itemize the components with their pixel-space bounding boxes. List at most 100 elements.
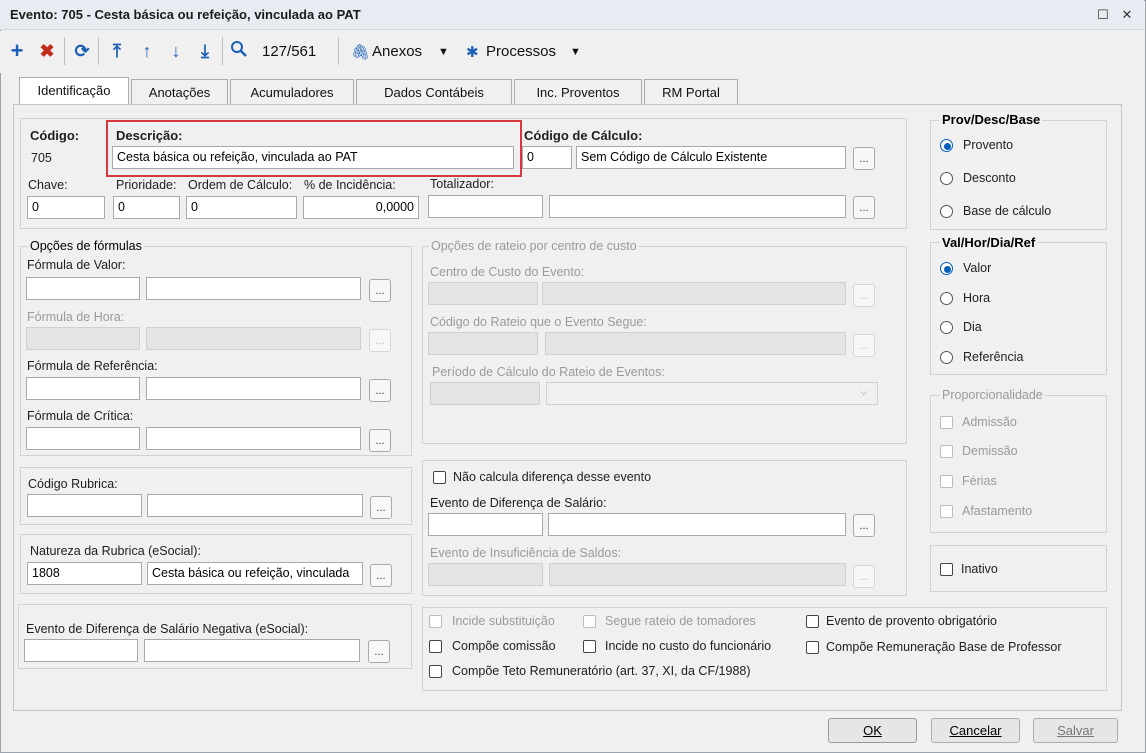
natureza-code-field[interactable]: 1808 [27,562,142,585]
ordem-field[interactable]: 0 [186,196,297,219]
valor-radio[interactable] [940,262,953,275]
close-icon[interactable]: ✕ [1116,4,1138,26]
ok-button-label: OK [863,723,882,738]
compoe-teto-checkbox[interactable] [429,665,442,678]
admissao-checkbox[interactable] [940,416,953,429]
referencia-label: Referência [963,350,1024,364]
search-icon[interactable] [229,40,249,62]
window-title: Evento: 705 - Cesta básica ou refeição, … [10,7,361,22]
dif-negativa-lookup-button[interactable]: ... [368,640,390,663]
nao-calcula-label: Não calcula diferença desse evento [453,470,652,484]
referencia-radio[interactable] [940,351,953,364]
prov-desc-base-title: Prov/Desc/Base [940,112,1043,127]
prioridade-field[interactable]: 0 [113,196,180,219]
evento-dif-code-field[interactable] [428,513,543,536]
tab-anotacoes[interactable]: Anotações [131,79,228,104]
codigo-rubrica-label: Código Rubrica: [28,477,118,491]
formula-referencia-desc-field[interactable] [146,377,361,400]
desconto-radio[interactable] [940,172,953,185]
evento-dif-desc-field[interactable] [548,513,846,536]
compoe-remun-checkbox[interactable] [806,641,819,654]
dif-negativa-code-field[interactable] [24,639,138,662]
compoe-teto-label: Compõe Teto Remuneratório (art. 37, XI, … [452,664,751,678]
formula-valor-lookup-button[interactable]: ... [369,279,391,302]
compoe-comissao-label: Compõe comissão [452,639,556,653]
tab-rm-portal[interactable]: RM Portal [644,79,738,104]
chevron-down-icon[interactable]: ▼ [438,46,449,58]
anexos-menu[interactable]: Anexos [372,43,422,60]
formula-referencia-lookup-button[interactable]: ... [369,379,391,402]
codcalc-code-field[interactable]: 0 [522,146,572,169]
formula-hora-code-field [26,327,140,350]
inativo-label: Inativo [961,562,998,576]
formula-critica-lookup-button[interactable]: ... [369,429,391,452]
dif-negativa-desc-field[interactable] [144,639,360,662]
tab-identificacao[interactable]: Identificação [19,77,129,105]
natureza-desc-field[interactable]: Cesta básica ou refeição, vinculada [147,562,363,585]
last-record-icon[interactable]: ⤓ [195,40,215,62]
codcalc-lookup-button[interactable]: ... [853,147,875,170]
add-icon[interactable]: + [7,40,27,62]
totalizador-lookup-button[interactable]: ... [853,196,875,219]
ok-button[interactable]: OK [828,718,917,743]
compoe-remun-label: Compõe Remuneração Base de Professor [826,640,1062,654]
codcalc-desc-field[interactable]: Sem Código de Cálculo Existente [576,146,846,169]
dia-radio[interactable] [940,321,953,334]
rubrica-lookup-button[interactable]: ... [370,496,392,519]
chevron-down-icon[interactable]: ▼ [570,46,581,58]
descricao-field[interactable]: Cesta básica ou refeição, vinculada ao P… [112,146,514,169]
rubrica-desc-field[interactable] [147,494,363,517]
afastamento-checkbox[interactable] [940,505,953,518]
tab-dados-contabeis[interactable]: Dados Contábeis [356,79,512,104]
inativo-checkbox[interactable] [940,563,953,576]
descricao-label: Descrição: [116,128,183,143]
segue-rateio-checkbox[interactable] [583,615,596,628]
tab-acumuladores[interactable]: Acumuladores [230,79,354,104]
processos-menu[interactable]: Processos [486,43,556,60]
demissao-checkbox[interactable] [940,445,953,458]
inativo-group [930,545,1107,592]
provento-obrig-checkbox[interactable] [806,615,819,628]
incide-custo-checkbox[interactable] [583,640,596,653]
totalizador-code-field[interactable] [428,195,543,218]
rubrica-code-field[interactable] [27,494,142,517]
salvar-button[interactable]: Salvar [1033,718,1118,743]
dif-negativa-label: Evento de Diferença de Salário Negativa … [26,622,309,636]
rateio-centro-code-field [428,282,538,305]
formula-hora-label: Fórmula de Hora: [27,310,125,324]
hora-radio[interactable] [940,292,953,305]
cancelar-button[interactable]: Cancelar [931,718,1020,743]
formula-valor-desc-field[interactable] [146,277,361,300]
incidencia-label: % de Incidência: [304,178,396,192]
incide-subst-checkbox[interactable] [429,615,442,628]
formula-critica-desc-field[interactable] [146,427,361,450]
rateio-codigo-desc-field [545,332,846,355]
maximize-icon[interactable]: ☐ [1092,4,1114,26]
refresh-icon[interactable]: ⟳ [72,40,92,62]
previous-record-icon[interactable]: ↑ [137,40,157,62]
incidencia-field[interactable]: 0,0000 [303,196,419,219]
nao-calcula-checkbox[interactable] [433,471,446,484]
incide-custo-label: Incide no custo do funcionário [605,639,772,653]
compoe-comissao-checkbox[interactable] [429,640,442,653]
rateio-group-title: Opções de rateio por centro de custo [429,239,639,253]
rateio-centro-lookup-button: ... [853,284,875,307]
formula-critica-code-field[interactable] [26,427,140,450]
toolbar-separator [64,37,65,65]
chave-field[interactable]: 0 [27,196,105,219]
base-calculo-radio[interactable] [940,205,953,218]
next-record-icon[interactable]: ↓ [166,40,186,62]
totalizador-desc-field[interactable] [549,195,846,218]
evento-dif-lookup-button[interactable]: ... [853,514,875,537]
first-record-icon[interactable]: ⤒ [107,40,127,62]
afastamento-label: Afastamento [962,504,1033,518]
delete-icon[interactable]: ✖ [37,40,57,62]
rateio-codigo-label: Código do Rateio que o Evento Segue: [430,315,647,329]
formula-valor-code-field[interactable] [26,277,140,300]
paperclip-icon: 🖇 [351,44,371,61]
provento-radio[interactable] [940,139,953,152]
tab-inc-proventos[interactable]: Inc. Proventos [514,79,642,104]
formula-referencia-code-field[interactable] [26,377,140,400]
natureza-lookup-button[interactable]: ... [370,564,392,587]
ferias-checkbox[interactable] [940,475,953,488]
